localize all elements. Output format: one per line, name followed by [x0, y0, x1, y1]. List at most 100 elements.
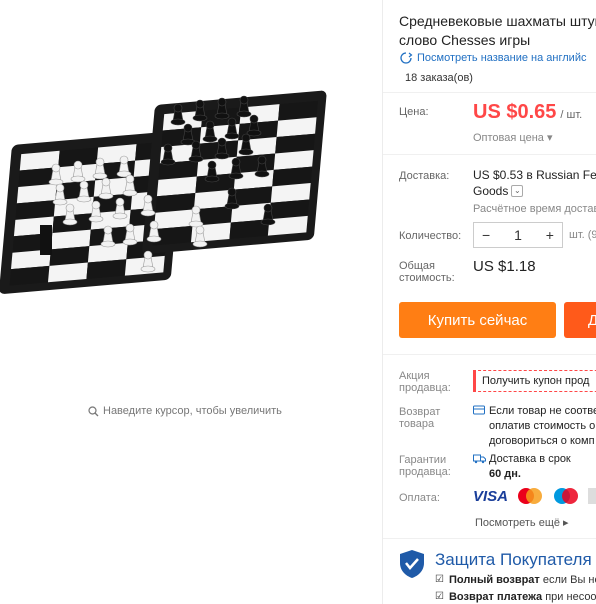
quantity-input[interactable]: 1 — [506, 227, 530, 243]
divider-line — [383, 154, 596, 155]
shipping-carrier: Russian Fede — [536, 168, 596, 182]
quantity-stepper[interactable]: − 1 + — [473, 222, 563, 248]
protection-item-rest: при несоот — [542, 590, 596, 603]
product-details: Средневековые шахматы штук слово Chesses… — [383, 0, 596, 604]
quantity-unit: шт. (9 — [569, 229, 596, 241]
buyer-protection-title: Защита Покупателя — [435, 550, 592, 569]
wholesale-price-link[interactable]: Оптовая цена ▾ — [473, 131, 552, 144]
board-square — [16, 183, 57, 204]
total-label: Общая стоимость: — [399, 260, 455, 284]
more-payment-icon — [588, 488, 596, 504]
shipping-label: Доставка: — [399, 170, 450, 182]
protection-item-bold: Полный возврат — [448, 573, 540, 586]
quantity-label: Количество: — [399, 230, 462, 242]
chevron-down-icon[interactable]: ⌄ — [511, 185, 524, 197]
board-square — [275, 133, 316, 154]
protection-item-text: Полный возврат если Вы не — [449, 574, 596, 586]
total-value: US $1.18 — [473, 258, 536, 275]
translate-link[interactable]: Посмотреть название на английс — [399, 52, 586, 64]
guarantee-text: Доставка в срок 60 дн. — [489, 452, 571, 482]
orders-count: 18 заказа(ов) — [405, 72, 473, 84]
get-coupon-button[interactable]: Получить купон прод — [473, 370, 596, 392]
title-line-1: Средневековые шахматы штук — [399, 13, 596, 29]
returns-line-2: оплатив стоимость о — [489, 420, 596, 432]
title-line-2: слово Chesses игры — [399, 32, 531, 48]
zoom-hint: Наведите курсор, чтобы увеличить — [88, 405, 282, 417]
seller-promo-label-1: Акция — [399, 370, 430, 382]
returns-text: Если товар не соотве оплатив стоимость о… — [489, 404, 596, 449]
board-latch — [40, 225, 52, 255]
guarantee-line-2: 60 дн. — [489, 468, 521, 480]
total-label-1: Общая — [399, 260, 435, 272]
price-amount: US $0.65 — [473, 101, 557, 123]
payment-methods: VISA — [473, 487, 596, 505]
returns-label-2: товара — [399, 418, 435, 430]
search-icon — [88, 405, 99, 416]
check-icon: ☑ — [435, 574, 444, 585]
visa-icon: VISA — [473, 487, 509, 505]
board-square — [15, 200, 56, 220]
protection-item-text: Возврат платежа при несоот — [449, 591, 596, 603]
more-payment-link[interactable]: Посмотреть ещё ▸ — [475, 516, 569, 529]
payment-label: Оплата: — [399, 492, 440, 504]
check-icon: ☑ — [435, 591, 444, 602]
returns-line-1: Если товар не соотве — [489, 405, 596, 417]
zoom-hint-text: Наведите курсор, чтобы увеличить — [103, 405, 282, 417]
board-square — [50, 229, 91, 250]
guarantee-label-2: продавца: — [399, 466, 451, 478]
board-square — [86, 259, 127, 279]
protection-item-bold: Возврат платежа — [448, 590, 543, 603]
protection-item: ☑ Полный возврат если Вы не — [435, 572, 596, 587]
returns-label-1: Возврат — [399, 406, 441, 418]
protection-item-rest: если Вы не — [539, 573, 596, 586]
price-unit: / шт. — [560, 109, 583, 121]
divider-line — [383, 92, 596, 93]
product-image[interactable] — [0, 90, 382, 320]
translate-link-text[interactable]: Посмотреть название на английс — [417, 52, 586, 64]
board-square — [47, 262, 88, 283]
board-square — [9, 265, 50, 286]
board-square — [232, 186, 273, 207]
board-square — [273, 150, 314, 170]
shipping-carrier-2: Goods — [473, 184, 509, 198]
board-square — [272, 166, 313, 187]
return-card-icon — [473, 405, 485, 415]
guarantee-label: Гарантии продавца: — [399, 454, 451, 478]
guarantee-label-1: Гарантии — [399, 454, 447, 466]
shipping-value[interactable]: US $0.53 в Russian Fede Goods ⌄ — [473, 167, 596, 199]
mastercard-icon — [518, 488, 543, 504]
shield-icon — [400, 550, 424, 578]
board-square — [278, 100, 318, 121]
add-to-cart-button[interactable]: Д — [564, 302, 596, 338]
product-title: Средневековые шахматы штук слово Chesses… — [399, 12, 596, 50]
quantity-increase-button[interactable]: + — [538, 227, 562, 243]
board-square — [267, 215, 308, 236]
shipping-in: в — [523, 168, 537, 182]
shipping-price: US $0.53 — [473, 168, 524, 182]
seller-promo-label: Акция продавца: — [399, 370, 451, 394]
protection-item: ☑ Возврат платежа при несоот — [435, 589, 596, 604]
returns-line-3: договориться о комп — [489, 435, 595, 447]
price-label: Цена: — [399, 106, 429, 118]
board-square — [156, 176, 197, 197]
total-label-2: стоимость: — [399, 272, 455, 284]
board-square — [155, 192, 196, 213]
delivery-estimate: Расчётное время достав — [473, 203, 596, 215]
board-square — [154, 209, 194, 230]
board-square — [269, 199, 310, 220]
translate-icon — [400, 52, 413, 64]
board-square — [270, 183, 311, 203]
delivery-truck-icon — [473, 454, 486, 464]
price-value: US $0.65/ шт. — [473, 101, 582, 124]
maestro-icon — [554, 488, 579, 504]
product-gallery: Наведите курсор, чтобы увеличить — [0, 0, 382, 604]
buy-now-button[interactable]: Купить сейчас — [399, 302, 556, 338]
protection-list: ☑ Полный возврат если Вы не ☑ Возврат пл… — [435, 572, 596, 604]
board-square — [49, 246, 90, 266]
divider-line — [383, 354, 596, 355]
quantity-decrease-button[interactable]: − — [474, 227, 498, 243]
divider-line — [383, 538, 596, 539]
returns-label: Возврат товара — [399, 406, 440, 430]
seller-promo-label-2: продавца: — [399, 382, 451, 394]
guarantee-line-1: Доставка в срок — [489, 453, 571, 465]
